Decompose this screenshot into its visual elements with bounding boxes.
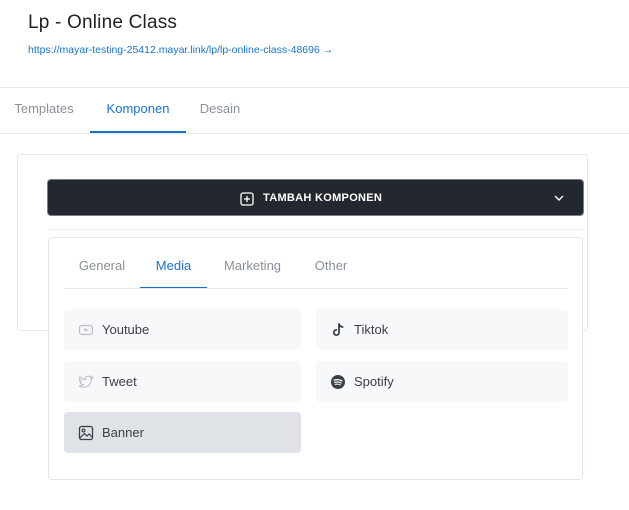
- media-item-label: Youtube: [102, 322, 150, 337]
- tab-general[interactable]: General: [64, 258, 140, 288]
- divider: [0, 133, 629, 134]
- tab-media[interactable]: Media: [140, 258, 207, 289]
- add-component-label: TAMBAH KOMPONEN: [263, 192, 383, 204]
- plus-square-icon: [240, 192, 254, 206]
- divider: [48, 229, 583, 230]
- add-component-button[interactable]: TAMBAH KOMPONEN: [47, 179, 584, 216]
- divider: [64, 288, 568, 289]
- chevron-down-icon[interactable]: [554, 194, 564, 202]
- youtube-icon: [78, 324, 94, 336]
- media-item-banner[interactable]: Banner: [64, 412, 301, 453]
- main-tabs: Templates Komponen Desain: [0, 88, 629, 133]
- tab-komponen[interactable]: Komponen: [90, 88, 186, 133]
- media-item-label: Tweet: [102, 374, 137, 389]
- image-icon: [78, 425, 94, 441]
- media-item-label: Tiktok: [354, 322, 389, 337]
- media-item-tiktok[interactable]: Tiktok: [316, 309, 568, 350]
- media-item-label: Banner: [102, 425, 144, 440]
- tab-templates[interactable]: Templates: [0, 88, 88, 132]
- spotify-icon: [331, 375, 345, 389]
- page-link[interactable]: https://mayar-testing-25412.mayar.link/l…: [28, 44, 333, 56]
- page: Lp - Online Class https://mayar-testing-…: [0, 0, 629, 510]
- media-item-tweet[interactable]: Tweet: [64, 361, 301, 402]
- tab-desain[interactable]: Desain: [188, 88, 252, 132]
- tab-marketing[interactable]: Marketing: [207, 258, 298, 288]
- media-item-youtube[interactable]: Youtube: [64, 309, 301, 350]
- media-item-spotify[interactable]: Spotify: [316, 361, 568, 402]
- tiktok-icon: [332, 323, 344, 336]
- media-item-label: Spotify: [354, 374, 394, 389]
- tab-other[interactable]: Other: [298, 258, 364, 288]
- twitter-icon: [78, 375, 94, 388]
- page-title: Lp - Online Class: [28, 12, 178, 33]
